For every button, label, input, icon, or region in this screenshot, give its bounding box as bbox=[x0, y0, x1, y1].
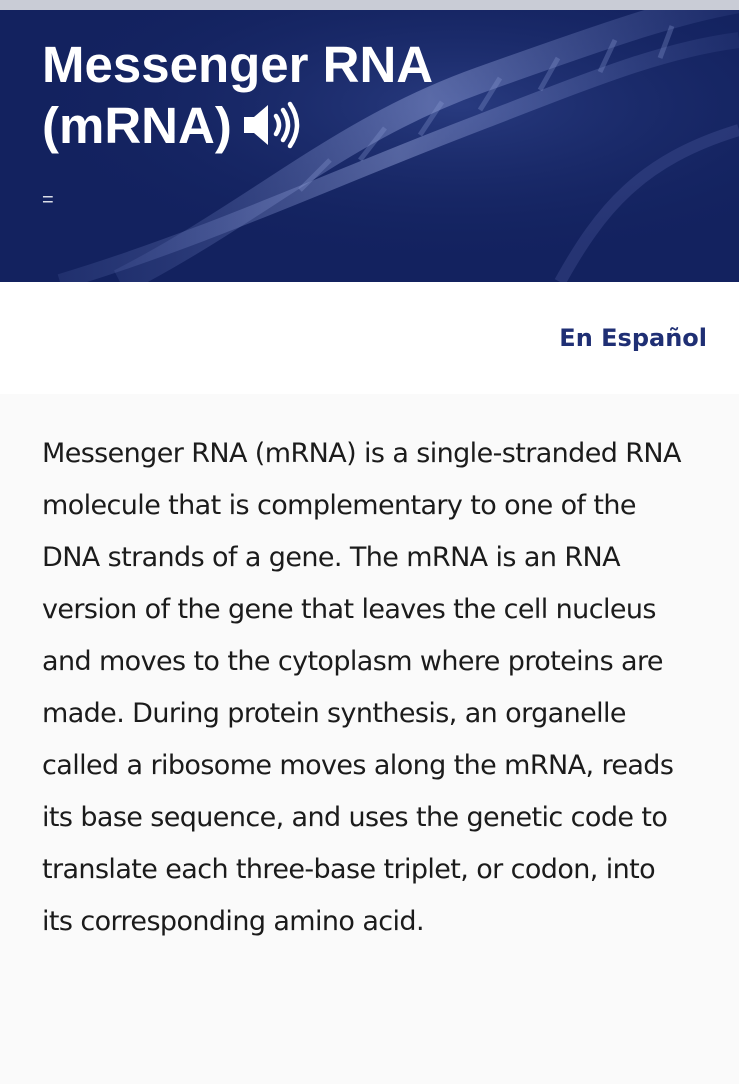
menu-glyph[interactable]: = bbox=[42, 190, 54, 210]
page-title-text: Messenger RNA (mRNA) bbox=[42, 36, 432, 154]
top-strip bbox=[0, 0, 739, 10]
definition-section: Messenger RNA (mRNA) is a single-strande… bbox=[0, 394, 739, 1084]
definition-text: Messenger RNA (mRNA) is a single-strande… bbox=[42, 438, 681, 937]
spanish-language-link[interactable]: En Español bbox=[559, 324, 707, 352]
speaker-volume-icon[interactable] bbox=[242, 101, 302, 162]
page-title: Messenger RNA (mRNA) bbox=[42, 34, 512, 162]
language-bar: En Español bbox=[0, 282, 739, 394]
hero-banner: Messenger RNA (mRNA) = bbox=[0, 10, 739, 282]
